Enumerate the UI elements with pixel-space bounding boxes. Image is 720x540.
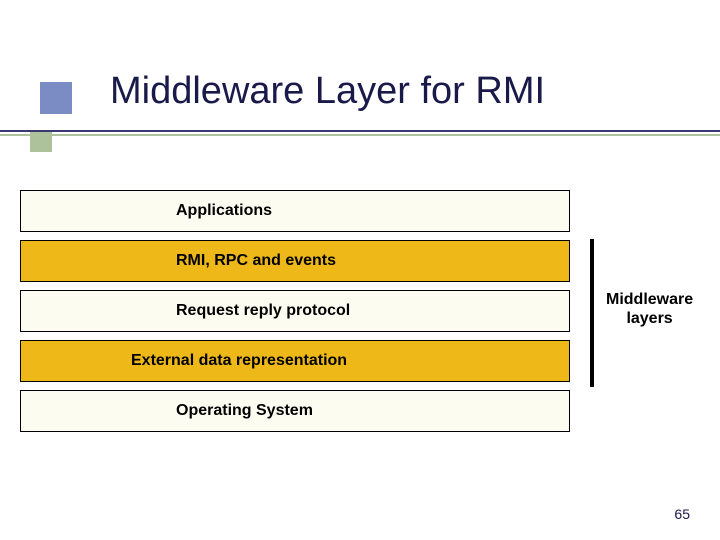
layer-external-data-label: External data representation [131,352,347,370]
layer-request-reply: Request reply protocol [20,290,570,332]
middleware-bracket [590,239,594,387]
layer-operating-system: Operating System [20,390,570,432]
page-number: 65 [674,506,690,522]
layer-rmi-rpc-label: RMI, RPC and events [176,252,336,270]
layer-request-reply-label: Request reply protocol [176,302,350,320]
middleware-label: Middleware layers [606,290,693,328]
layer-external-data: External data representation [20,340,570,382]
layer-operating-system-label: Operating System [176,402,313,420]
slide-header: Middleware Layer for RMI [0,0,720,155]
header-underline-dark [0,130,720,132]
decor-square-blue [40,82,72,114]
layer-diagram: Applications RMI, RPC and events Request… [20,190,700,440]
layer-rmi-rpc: RMI, RPC and events [20,240,570,282]
middleware-label-line2: layers [626,310,672,327]
layer-applications-label: Applications [176,202,272,220]
header-underline-green [0,134,720,136]
layer-applications: Applications [20,190,570,232]
slide-title: Middleware Layer for RMI [110,70,545,113]
middleware-label-line1: Middleware [606,291,693,308]
